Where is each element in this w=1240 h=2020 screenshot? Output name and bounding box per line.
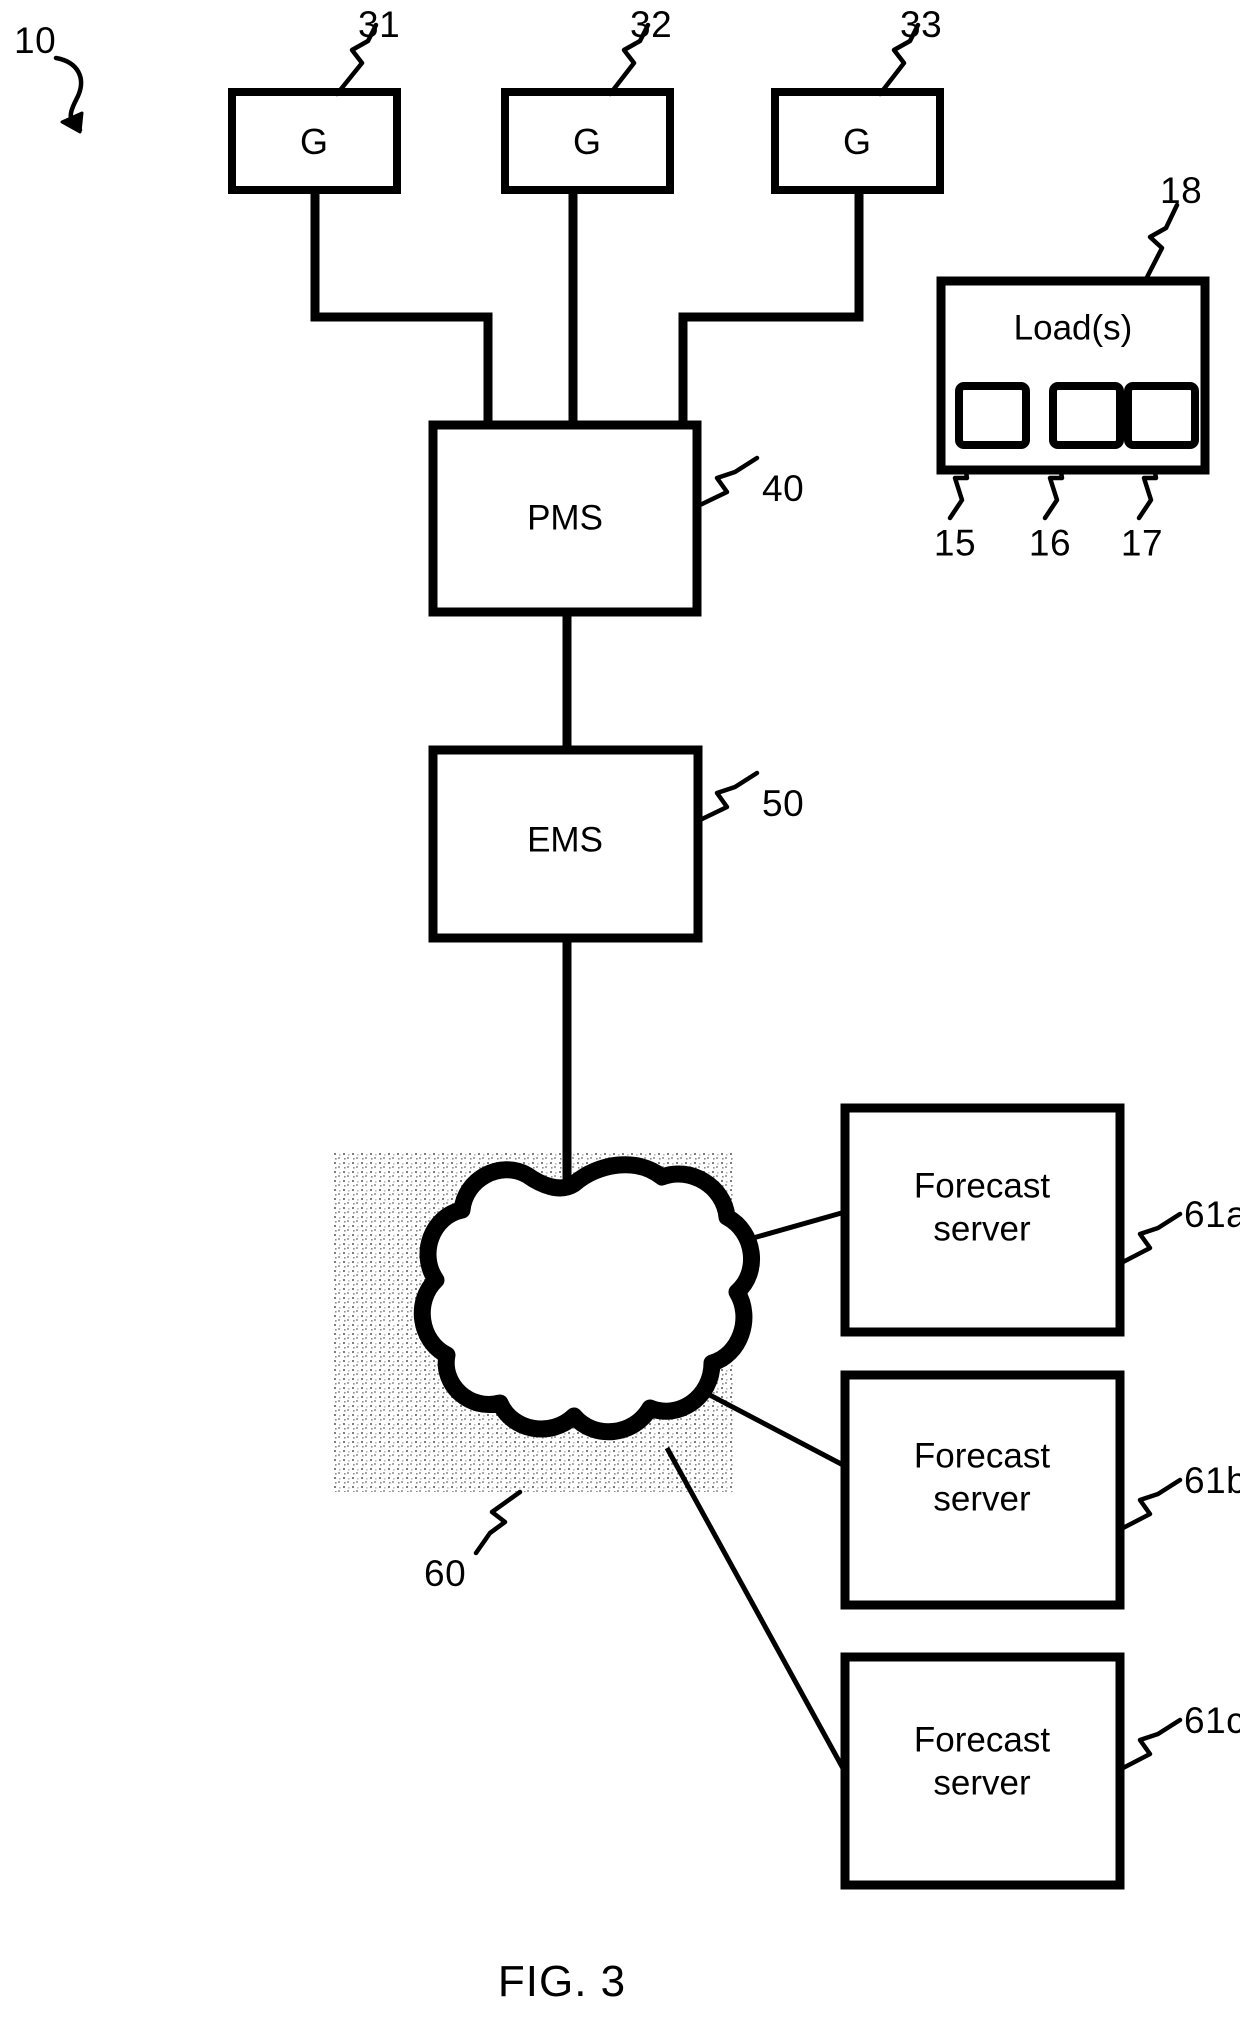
- load-sub-reference-15: 15: [933, 522, 977, 564]
- generator-label-33: G: [842, 121, 872, 162]
- generator-reference-31: 31: [358, 4, 401, 45]
- loads-title: Load(s): [1013, 308, 1133, 348]
- forecast-server-reference-61b: 61b: [1184, 1460, 1240, 1501]
- generator-label-32: G: [572, 121, 602, 162]
- generator-reference-32: 32: [630, 4, 673, 45]
- network-cloud: [413, 1156, 760, 1441]
- forecast-server-line2: server: [933, 1480, 1031, 1519]
- forecast-server-line1: Forecast: [913, 1436, 1051, 1476]
- ems-label: EMS: [527, 820, 603, 860]
- ems-reference-50: 50: [762, 783, 805, 824]
- forecast-server-line1: Forecast: [913, 1166, 1051, 1206]
- generator-bus-wiring: [310, 185, 864, 425]
- forecast-server-label-61a: Forecast server: [914, 1165, 1050, 1252]
- forecast-server-line1: Forecast: [913, 1720, 1051, 1760]
- network-reference-60: 60: [424, 1553, 467, 1594]
- forecast-server-reference-61c: 61c: [1184, 1700, 1240, 1741]
- system-reference-label: 10: [14, 20, 57, 61]
- figure-caption: FIG. 3: [497, 1957, 627, 2006]
- figure-drawing: [53, 22, 1210, 1890]
- forecast-server-line2: server: [933, 1764, 1031, 1803]
- generator-reference-33: 33: [900, 4, 943, 45]
- generator-label-31: G: [299, 121, 329, 162]
- forecast-server-label-61c: Forecast server: [914, 1719, 1050, 1806]
- load-sub-reference-17: 17: [1120, 522, 1164, 564]
- load-sub-reference-16: 16: [1028, 522, 1072, 564]
- forecast-server-line2: server: [933, 1210, 1031, 1249]
- system-ref-arrow: [53, 55, 84, 134]
- patent-figure: 10 31 32 33 G G G 18 Load(s) 15 16 17 PM…: [0, 0, 1240, 2020]
- forecast-server-reference-61a: 61a: [1184, 1194, 1240, 1235]
- pms-reference-40: 40: [762, 468, 805, 509]
- loads-reference-18: 18: [1160, 170, 1203, 211]
- pms-label: PMS: [527, 498, 603, 538]
- forecast-server-label-61b: Forecast server: [914, 1435, 1050, 1522]
